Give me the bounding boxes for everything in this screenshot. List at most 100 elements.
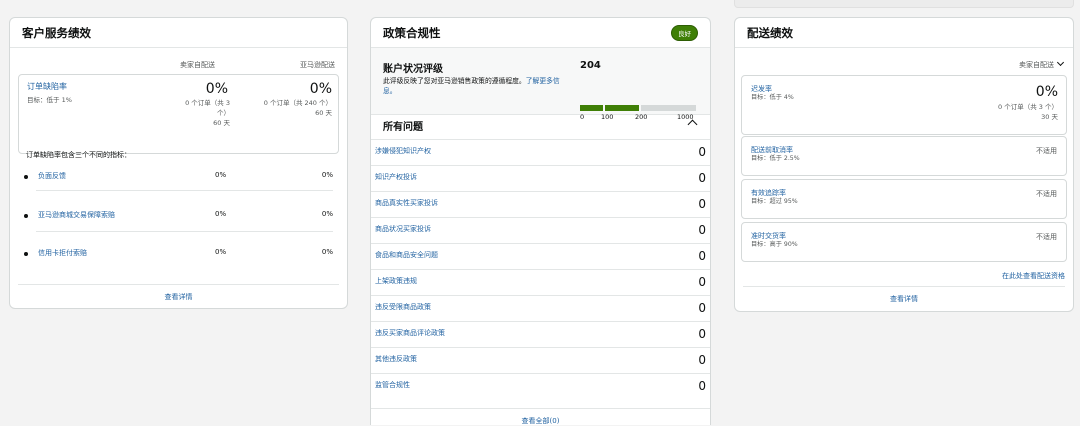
issue-count: 0: [698, 223, 706, 237]
late-orders-line: 0 个订单（共 3 个）: [998, 103, 1058, 111]
fulfillment-selector[interactable]: 卖家自配送: [1019, 58, 1065, 70]
odr-target: 目标：低于 1%: [27, 96, 72, 104]
cancel-rate-box: 配送前取消率 目标：低于 2.5% 不适用: [741, 136, 1067, 176]
all-issues-title: 所有问题: [383, 122, 423, 133]
odr-description: 订单缺陷率包含三个不同的指标：: [26, 151, 131, 159]
view-details-link[interactable]: 查看详情: [10, 292, 347, 302]
metric-amazon-value: 0%: [321, 210, 333, 218]
bullet-dot: [24, 252, 28, 256]
score-bar-segment-1: [580, 105, 603, 111]
issue-link[interactable]: 商品真实性买家投诉: [375, 198, 438, 208]
metric-amazon-value: 0%: [321, 248, 333, 256]
divider: [18, 284, 339, 285]
fulfillment-selector-label: 卖家自配送: [1019, 61, 1054, 69]
divider: [36, 231, 333, 232]
odr-seller-days: 60 天: [213, 119, 230, 127]
metric-seller-value: 0%: [215, 171, 227, 179]
odr-title-link[interactable]: 订单缺陷率: [27, 81, 67, 92]
late-shipment-value: 0%: [1035, 84, 1058, 100]
odr-seller-orders-line2: 个）: [217, 109, 230, 117]
cancel-rate-target: 目标：低于 2.5%: [751, 155, 800, 162]
issue-count: 0: [698, 275, 706, 289]
shipping-performance-card: 配送绩效 卖家自配送 迟发率 目标：低于 4% 0% 0 个订单（共 3 个） …: [734, 17, 1074, 312]
cancel-rate-status: 不适用: [1036, 147, 1057, 155]
issue-row: 知识产权投诉 0: [371, 165, 710, 191]
shipping-eligibility-link[interactable]: 在此处查看配送资格: [1002, 271, 1065, 281]
card-title: 客户服务绩效: [22, 25, 91, 40]
odr-seller-orders-line1: 0 个订单（共 3: [185, 99, 230, 107]
card-header: 客户服务绩效: [10, 18, 347, 48]
customer-service-card: 客户服务绩效 卖家自配送 亚马逊配送 订单缺陷率 目标：低于 1% 0% 0 个…: [9, 17, 348, 309]
account-health-section: 账户状况评级 此评级反映了您对亚马逊销售政策的遵循程度。了解更多信息。 204 …: [371, 48, 710, 121]
issue-row: 上架政策违规 0: [371, 269, 710, 295]
divider: [36, 190, 333, 191]
issue-count: 0: [698, 197, 706, 211]
score-tick: 100: [601, 113, 614, 121]
top-bar-edge: [734, 0, 1074, 8]
issue-row: 食品和商品安全问题 0: [371, 243, 710, 269]
score-tick: 200: [635, 113, 648, 121]
divider: [743, 286, 1065, 287]
issue-row: 其他违反政策 0: [371, 347, 710, 373]
on-time-delivery-target: 目标：高于 90%: [751, 241, 798, 248]
late-days: 30 天: [1041, 113, 1058, 121]
odr-amazon-value: 0%: [309, 81, 332, 97]
metric-label-chargeback[interactable]: 信用卡拒付索赔: [38, 248, 87, 258]
odr-amazon-orders-line: 0 个订单（共 240 个）: [263, 99, 332, 107]
metric-amazon-value: 0%: [321, 171, 333, 179]
issue-row: 涉嫌侵犯知识产权 0: [371, 139, 710, 165]
on-time-delivery-box: 准时交货率 目标：高于 90% 不适用: [741, 222, 1067, 262]
account-health-description: 此评级反映了您对亚马逊销售政策的遵循程度。了解更多信息。: [383, 76, 573, 96]
issue-link[interactable]: 上架政策违规: [375, 276, 417, 286]
issue-count: 0: [698, 301, 706, 315]
issue-count: 0: [698, 171, 706, 185]
issue-row: 违反买家商品评论政策 0: [371, 321, 710, 347]
issue-link[interactable]: 监管合规性: [375, 380, 410, 390]
bullet-dot: [24, 175, 28, 179]
score-bar-remaining: [641, 105, 696, 111]
bullet-dot: [24, 214, 28, 218]
odr-seller-orders: 0 个订单（共 3 个） 60 天: [150, 98, 230, 128]
odr-box: 订单缺陷率 目标：低于 1% 0% 0 个订单（共 3 个） 60 天 0% 0…: [18, 74, 339, 154]
card-header: 政策合规性 良好: [371, 18, 710, 48]
issue-count: 0: [698, 327, 706, 341]
issue-row: 商品真实性买家投诉 0: [371, 191, 710, 217]
issue-count: 0: [698, 353, 706, 367]
issue-row: 商品状况买家投诉 0: [371, 217, 710, 243]
issue-link[interactable]: 商品状况买家投诉: [375, 224, 431, 234]
status-badge: 良好: [671, 24, 698, 41]
metric-label-negative-feedback[interactable]: 负面反馈: [38, 171, 66, 181]
chevron-up-icon[interactable]: [687, 119, 698, 130]
late-shipment-orders: 0 个订单（共 3 个） 30 天: [948, 102, 1058, 122]
odr-seller-value: 0%: [205, 81, 228, 97]
on-time-delivery-status: 不适用: [1036, 233, 1057, 241]
issue-link[interactable]: 知识产权投诉: [375, 172, 417, 182]
view-details-link[interactable]: 查看详情: [735, 294, 1073, 304]
issue-row: 违反受限商品政策 0: [371, 295, 710, 321]
chevron-down-icon: [1056, 58, 1065, 67]
late-shipment-target: 目标：低于 4%: [751, 94, 794, 101]
card-header: 配送绩效: [735, 18, 1073, 48]
issue-count: 0: [698, 249, 706, 263]
valid-tracking-target: 目标：超过 95%: [751, 198, 798, 205]
column-header-seller: 卖家自配送: [180, 61, 215, 69]
column-header-amazon: 亚马逊配送: [300, 61, 335, 69]
issue-link[interactable]: 其他违反政策: [375, 354, 417, 364]
late-shipment-box: 迟发率 目标：低于 4% 0% 0 个订单（共 3 个） 30 天: [741, 75, 1067, 135]
issue-link[interactable]: 违反受限商品政策: [375, 302, 431, 312]
card-title: 配送绩效: [747, 25, 793, 40]
issue-link[interactable]: 涉嫌侵犯知识产权: [375, 146, 431, 156]
metric-label-a-to-z[interactable]: 亚马逊商城交易保障索赔: [38, 210, 115, 220]
health-score: 204: [580, 60, 601, 71]
divider: [371, 408, 710, 409]
score-bar-segment-2: [605, 105, 639, 111]
issue-link[interactable]: 违反买家商品评论政策: [375, 328, 445, 338]
valid-tracking-status: 不适用: [1036, 190, 1057, 198]
odr-amazon-orders: 0 个订单（共 240 个） 60 天: [232, 98, 332, 118]
issue-link[interactable]: 食品和商品安全问题: [375, 250, 438, 260]
issue-row: 监管合规性 0: [371, 373, 710, 399]
metric-seller-value: 0%: [215, 210, 227, 218]
issue-count: 0: [698, 379, 706, 393]
card-title: 政策合规性: [383, 25, 441, 40]
valid-tracking-box: 有效追踪率 目标：超过 95% 不适用: [741, 179, 1067, 219]
